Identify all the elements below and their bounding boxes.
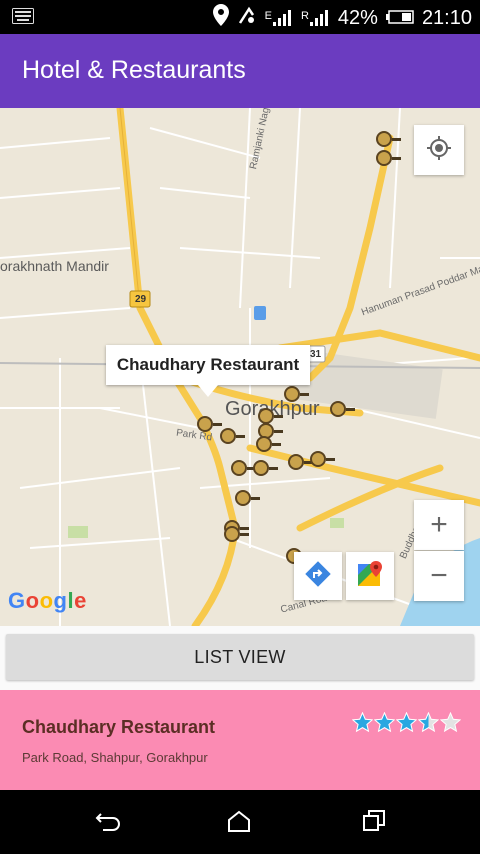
back-icon[interactable] [95,810,121,837]
signal-r-icon: R [301,10,330,26]
app-title: Hotel & Restaurants [22,56,246,84]
route-29-label: 29 [135,294,147,305]
star-icon [418,712,439,733]
restaurant-marker[interactable] [330,401,355,417]
restaurant-marker[interactable] [376,131,401,147]
list-view-button[interactable]: LIST VIEW [6,634,474,680]
restaurant-marker[interactable] [253,460,278,476]
recent-apps-icon[interactable] [363,810,385,837]
my-location-button[interactable] [414,125,464,175]
status-time: 21:10 [421,6,472,29]
rating-stars [352,712,461,733]
restaurant-marker[interactable] [235,490,260,506]
route-31-label: 31 [310,349,322,360]
list-view-bar: LIST VIEW [0,626,480,690]
app-bar: Hotel & Restaurants [0,34,480,108]
map-view[interactable]: orakhnath Mandir Ramjanki Nagar Rd Hanum… [0,108,480,626]
headset-icon [237,5,257,31]
status-bar: E R 42% 21:10 [0,0,480,34]
map-label-gorakhnath: orakhnath Mandir [0,258,109,274]
restaurant-marker[interactable] [197,416,222,432]
restaurant-marker[interactable] [256,436,281,452]
star-icon [396,712,417,733]
restaurant-name: Chaudhary Restaurant [22,717,216,737]
battery-icon [385,7,414,30]
restaurant-address: Park Road, Shahpur, Gorakhpur [22,750,208,765]
star-icon [440,712,461,733]
zoom-in-button[interactable]: + [414,500,464,550]
crosshair-icon [425,134,453,167]
directions-button[interactable] [294,552,342,600]
location-icon [212,4,229,32]
restaurant-marker[interactable] [376,150,401,166]
signal-e-icon: E [265,10,293,26]
restaurant-marker[interactable] [231,460,256,476]
restaurant-card[interactable]: Chaudhary Restaurant Park Road, Shahpur,… [0,690,480,790]
marker-info-window[interactable]: Chaudhary Restaurant [106,345,310,397]
star-icon [352,712,373,733]
restaurant-marker[interactable] [288,454,313,470]
restaurant-marker[interactable] [310,451,335,467]
zoom-out-button[interactable]: − [414,551,464,601]
restaurant-marker[interactable] [220,428,245,444]
open-maps-button[interactable] [346,552,394,600]
google-maps-icon [355,559,385,594]
directions-icon [304,560,332,593]
keyboard-icon [12,8,34,29]
restaurant-marker[interactable] [258,408,283,424]
home-icon[interactable] [227,810,251,837]
star-icon [374,712,395,733]
navigation-bar [0,790,480,854]
restaurant-marker[interactable] [224,526,249,542]
google-logo: Google [8,588,87,613]
restaurant-marker[interactable] [284,386,309,402]
battery-percent: 42% [337,6,378,29]
